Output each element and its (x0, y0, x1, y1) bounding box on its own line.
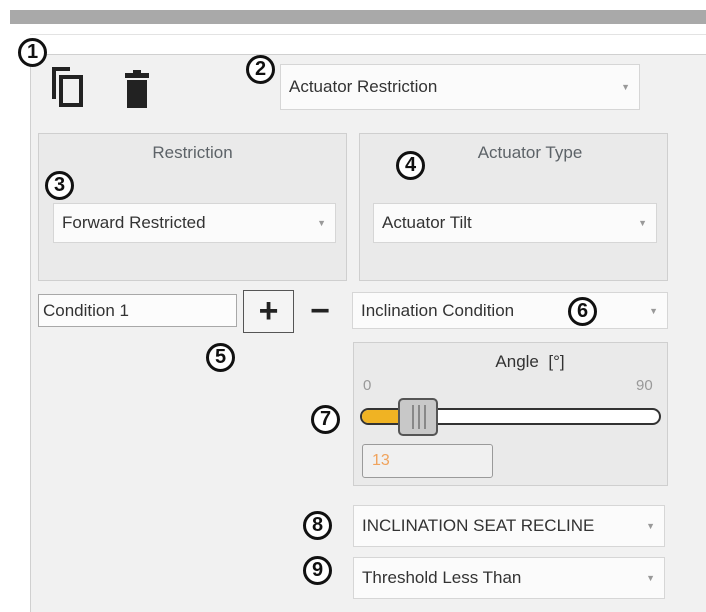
top-bar (10, 10, 706, 24)
callout-7: 7 (311, 405, 340, 434)
restriction-type-select[interactable]: Actuator Restriction ▼ (280, 64, 640, 110)
actuator-type-select[interactable]: Actuator Tilt ▼ (373, 203, 657, 243)
callout-1: 1 (18, 38, 47, 67)
copy-icon[interactable] (48, 63, 84, 111)
condition-name-value: Condition 1 (43, 300, 130, 320)
restriction-select-value: Forward Restricted (62, 213, 206, 232)
angle-value: 13 (372, 452, 390, 469)
angle-label: Angle (495, 352, 539, 371)
callout-3: 3 (45, 171, 74, 200)
angle-slider[interactable] (360, 395, 661, 439)
chevron-down-icon: ▼ (646, 521, 655, 531)
angle-title: Angle [°] (420, 352, 640, 372)
threshold-select-value: Threshold Less Than (362, 568, 522, 587)
callout-4: 4 (396, 151, 425, 180)
callout-8: 8 (303, 511, 332, 540)
trash-icon[interactable] (124, 70, 150, 108)
remove-condition-label: − (310, 292, 330, 330)
chevron-down-icon: ▼ (638, 218, 647, 228)
slider-min-label: 0 (363, 377, 372, 394)
condition-type-select[interactable]: Inclination Condition ▼ (352, 292, 668, 329)
restriction-group-title: Restriction (152, 143, 233, 162)
sensor-select[interactable]: INCLINATION SEAT RECLINE ▼ (353, 505, 665, 547)
actuator-type-group-title: Actuator Type (477, 143, 583, 162)
callout-9: 9 (303, 556, 332, 585)
chevron-down-icon: ▼ (317, 218, 326, 228)
chevron-down-icon: ▼ (649, 305, 658, 316)
thumb-grip (412, 405, 414, 429)
add-condition-button[interactable]: + (243, 290, 294, 333)
thumb-grip (424, 405, 426, 429)
callout-5: 5 (206, 343, 235, 372)
chevron-down-icon: ▼ (621, 82, 630, 92)
slider-thumb[interactable] (398, 398, 438, 436)
condition-name-input[interactable]: Condition 1 (38, 294, 237, 327)
callout-6: 6 (568, 297, 597, 326)
restriction-type-select-value: Actuator Restriction (289, 77, 438, 96)
add-condition-label: + (258, 292, 279, 330)
sensor-select-value: INCLINATION SEAT RECLINE (362, 516, 595, 535)
thumb-grip (418, 405, 420, 429)
actuator-type-select-value: Actuator Tilt (382, 213, 472, 232)
slider-max-label: 90 (636, 377, 653, 394)
chevron-down-icon: ▼ (646, 573, 655, 583)
restriction-select[interactable]: Forward Restricted ▼ (53, 203, 336, 243)
condition-type-select-value: Inclination Condition (361, 300, 515, 320)
threshold-select[interactable]: Threshold Less Than ▼ (353, 557, 665, 599)
angle-unit: [°] (548, 352, 565, 371)
angle-value-input[interactable]: 13 (362, 444, 493, 478)
header-divider (30, 34, 706, 35)
callout-2: 2 (246, 55, 275, 84)
remove-condition-button[interactable]: − (296, 290, 344, 333)
